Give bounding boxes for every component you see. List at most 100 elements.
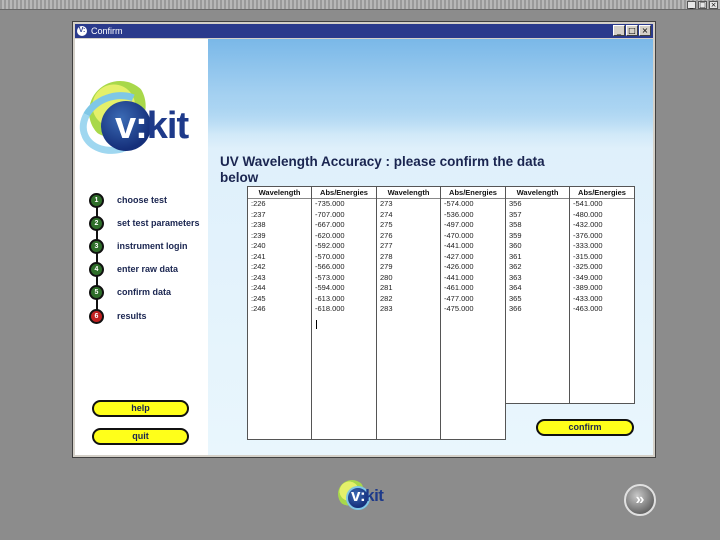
next-arrow-icon[interactable]: »	[624, 484, 656, 516]
table-cell[interactable]: :226	[248, 199, 311, 210]
table-cell[interactable]: -427.000	[441, 252, 505, 263]
quit-button[interactable]: quit	[92, 428, 189, 445]
step-number: 6	[89, 308, 104, 324]
table-cell[interactable]: :245	[248, 294, 311, 305]
column-header: Abs/Energies	[312, 187, 376, 199]
table-cell[interactable]: -477.000	[441, 294, 505, 305]
table-cell[interactable]: 281	[377, 283, 440, 294]
host-maximize-button[interactable]: □	[698, 1, 707, 9]
table-cell[interactable]: :242	[248, 262, 311, 273]
table-cell[interactable]: -497.000	[441, 220, 505, 231]
table-cell[interactable]: -620.000	[312, 231, 376, 242]
table-cell[interactable]: 364	[506, 283, 569, 294]
table-cell[interactable]: 275	[377, 220, 440, 231]
abs-energies-column: Abs/Energies -574.000 -536.000 -497.000 …	[441, 187, 505, 439]
app-icon: V:	[77, 26, 87, 36]
data-table-2: Wavelength 273 274 275 276 277 278 279 2…	[376, 186, 506, 440]
step-results[interactable]: 6 results	[89, 308, 147, 324]
table-cell[interactable]: -349.000	[570, 273, 634, 284]
table-cell[interactable]: -574.000	[441, 199, 505, 210]
table-cell[interactable]: 359	[506, 231, 569, 242]
step-number: 3	[89, 238, 104, 254]
table-cell[interactable]: :246	[248, 304, 311, 315]
table-cell[interactable]: 360	[506, 241, 569, 252]
step-confirm-data[interactable]: 5 confirm data	[89, 284, 171, 300]
table-cell[interactable]: -735.000	[312, 199, 376, 210]
table-cell[interactable]: 279	[377, 262, 440, 273]
table-cell[interactable]: -315.000	[570, 252, 634, 263]
table-cell[interactable]: :238	[248, 220, 311, 231]
table-cell[interactable]: -325.000	[570, 262, 634, 273]
table-cell[interactable]: 363	[506, 273, 569, 284]
logo-kit: kit	[146, 105, 189, 147]
table-cell[interactable]: -592.000	[312, 241, 376, 252]
host-minimize-button[interactable]: _	[687, 1, 696, 9]
table-cell[interactable]: :239	[248, 231, 311, 242]
table-cell[interactable]: 276	[377, 231, 440, 242]
table-cell[interactable]: -333.000	[570, 241, 634, 252]
table-cell[interactable]: -618.000	[312, 304, 376, 315]
table-cell[interactable]: -480.000	[570, 210, 634, 221]
table-cell[interactable]: -461.000	[441, 283, 505, 294]
table-cell[interactable]: 273	[377, 199, 440, 210]
table-cell[interactable]: 277	[377, 241, 440, 252]
column-header: Wavelength	[506, 187, 569, 199]
step-set-test-parameters[interactable]: 2 set test parameters	[89, 215, 200, 231]
table-cell[interactable]: -594.000	[312, 283, 376, 294]
table-cell[interactable]: :240	[248, 241, 311, 252]
table-cell[interactable]: :244	[248, 283, 311, 294]
table-cell[interactable]: -426.000	[441, 262, 505, 273]
table-cell[interactable]: 358	[506, 220, 569, 231]
table-cell[interactable]: 366	[506, 304, 569, 315]
table-cell[interactable]: -536.000	[441, 210, 505, 221]
table-cell[interactable]: 280	[377, 273, 440, 284]
close-button[interactable]: ×	[639, 25, 651, 36]
table-cell[interactable]: :237	[248, 210, 311, 221]
table-cell[interactable]: 357	[506, 210, 569, 221]
table-cell[interactable]: -707.000	[312, 210, 376, 221]
table-cell[interactable]: -470.000	[441, 231, 505, 242]
table-cell[interactable]: -376.000	[570, 231, 634, 242]
step-number: 4	[89, 261, 104, 277]
step-choose-test[interactable]: 1 choose test	[89, 192, 167, 208]
step-instrument-login[interactable]: 3 instrument login	[89, 238, 188, 254]
table-cell[interactable]: -541.000	[570, 199, 634, 210]
table-cell[interactable]: 361	[506, 252, 569, 263]
maximize-button[interactable]: □	[626, 25, 638, 36]
title-bar[interactable]: V: Confirm _ □ ×	[75, 24, 653, 38]
table-cell[interactable]: 274	[377, 210, 440, 221]
table-cell[interactable]: 278	[377, 252, 440, 263]
minimize-button[interactable]: _	[613, 25, 625, 36]
column-header: Wavelength	[377, 187, 440, 199]
help-button[interactable]: help	[92, 400, 189, 417]
table-cell[interactable]: -573.000	[312, 273, 376, 284]
table-cell[interactable]: -433.000	[570, 294, 634, 305]
confirm-button[interactable]: confirm	[536, 419, 634, 436]
table-cell[interactable]: :243	[248, 273, 311, 284]
step-enter-raw-data[interactable]: 4 enter raw data	[89, 261, 178, 277]
page-heading: UV Wavelength Accuracy : please confirm …	[220, 154, 545, 185]
table-cell[interactable]: -463.000	[570, 304, 634, 315]
table-cell[interactable]: -475.000	[441, 304, 505, 315]
footer-logo-v: v:	[351, 486, 366, 505]
table-cell[interactable]: :241	[248, 252, 311, 263]
table-cell[interactable]: -570.000	[312, 252, 376, 263]
table-cell[interactable]: -667.000	[312, 220, 376, 231]
table-cell[interactable]: -613.000	[312, 294, 376, 305]
wavelength-column: Wavelength :226 :237 :238 :239 :240 :241…	[248, 187, 312, 439]
window-controls: _ □ ×	[613, 25, 651, 36]
table-cell[interactable]: -441.000	[441, 241, 505, 252]
abs-energies-column: Abs/Energies -735.000 -707.000 -667.000 …	[312, 187, 376, 439]
table-cell[interactable]: -432.000	[570, 220, 634, 231]
table-cell[interactable]: 282	[377, 294, 440, 305]
table-cell[interactable]: -389.000	[570, 283, 634, 294]
table-cell[interactable]: -566.000	[312, 262, 376, 273]
footer-vkit-logo: v:kit	[338, 478, 402, 520]
table-cell[interactable]: -441.000	[441, 273, 505, 284]
table-cell[interactable]: 365	[506, 294, 569, 305]
step-label: confirm data	[117, 287, 172, 297]
table-cell[interactable]: 356	[506, 199, 569, 210]
table-cell[interactable]: 362	[506, 262, 569, 273]
table-cell[interactable]: 283	[377, 304, 440, 315]
host-close-button[interactable]: ×	[709, 1, 718, 9]
